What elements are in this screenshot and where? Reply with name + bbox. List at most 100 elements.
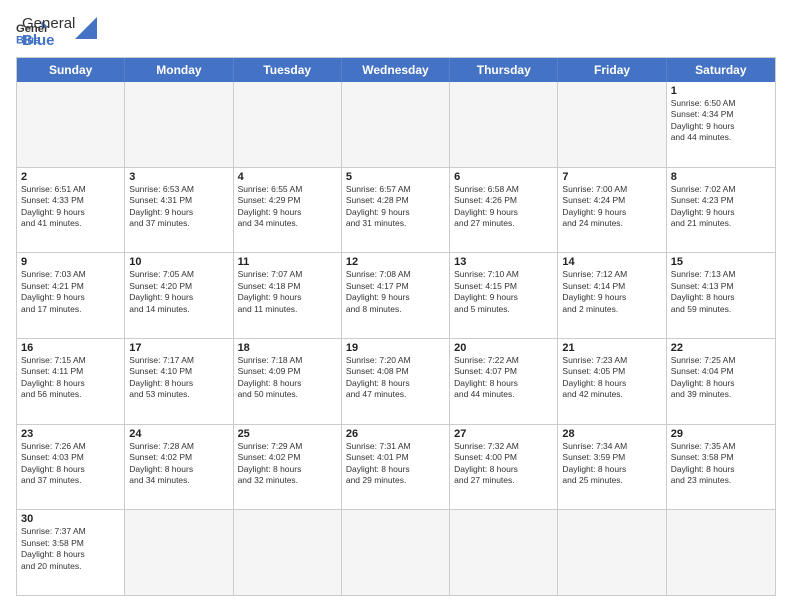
calendar-cell: 1Sunrise: 6:50 AM Sunset: 4:34 PM Daylig…	[667, 82, 775, 167]
logo-triangle-icon	[75, 17, 97, 39]
day-number: 27	[454, 428, 553, 440]
calendar-cell: 25Sunrise: 7:29 AM Sunset: 4:02 PM Dayli…	[234, 425, 342, 510]
calendar-row-2: 9Sunrise: 7:03 AM Sunset: 4:21 PM Daylig…	[17, 253, 775, 339]
day-info: Sunrise: 7:29 AM Sunset: 4:02 PM Dayligh…	[238, 441, 337, 487]
calendar-cell	[234, 82, 342, 167]
day-number: 14	[562, 256, 661, 268]
day-info: Sunrise: 7:25 AM Sunset: 4:04 PM Dayligh…	[671, 355, 771, 401]
day-number: 5	[346, 171, 445, 183]
day-number: 9	[21, 256, 120, 268]
weekday-header-wednesday: Wednesday	[342, 58, 450, 82]
day-number: 22	[671, 342, 771, 354]
calendar-cell: 17Sunrise: 7:17 AM Sunset: 4:10 PM Dayli…	[125, 339, 233, 424]
calendar-cell: 3Sunrise: 6:53 AM Sunset: 4:31 PM Daylig…	[125, 168, 233, 253]
day-info: Sunrise: 7:03 AM Sunset: 4:21 PM Dayligh…	[21, 269, 120, 315]
day-info: Sunrise: 7:35 AM Sunset: 3:58 PM Dayligh…	[671, 441, 771, 487]
day-number: 11	[238, 256, 337, 268]
calendar-cell: 23Sunrise: 7:26 AM Sunset: 4:03 PM Dayli…	[17, 425, 125, 510]
calendar-cell	[342, 82, 450, 167]
calendar-cell: 7Sunrise: 7:00 AM Sunset: 4:24 PM Daylig…	[558, 168, 666, 253]
day-number: 18	[238, 342, 337, 354]
day-number: 8	[671, 171, 771, 183]
calendar-row-1: 2Sunrise: 6:51 AM Sunset: 4:33 PM Daylig…	[17, 168, 775, 254]
day-number: 29	[671, 428, 771, 440]
day-number: 12	[346, 256, 445, 268]
weekday-header-monday: Monday	[125, 58, 233, 82]
calendar-cell	[125, 82, 233, 167]
calendar-cell	[234, 510, 342, 595]
calendar-cell	[558, 510, 666, 595]
day-number: 20	[454, 342, 553, 354]
calendar-cell: 4Sunrise: 6:55 AM Sunset: 4:29 PM Daylig…	[234, 168, 342, 253]
day-number: 19	[346, 342, 445, 354]
day-number: 6	[454, 171, 553, 183]
day-info: Sunrise: 6:57 AM Sunset: 4:28 PM Dayligh…	[346, 184, 445, 230]
calendar-cell	[125, 510, 233, 595]
day-info: Sunrise: 6:58 AM Sunset: 4:26 PM Dayligh…	[454, 184, 553, 230]
day-info: Sunrise: 7:07 AM Sunset: 4:18 PM Dayligh…	[238, 269, 337, 315]
day-number: 25	[238, 428, 337, 440]
day-info: Sunrise: 7:08 AM Sunset: 4:17 PM Dayligh…	[346, 269, 445, 315]
weekday-header-friday: Friday	[558, 58, 666, 82]
calendar-cell: 15Sunrise: 7:13 AM Sunset: 4:13 PM Dayli…	[667, 253, 775, 338]
calendar-cell: 9Sunrise: 7:03 AM Sunset: 4:21 PM Daylig…	[17, 253, 125, 338]
day-number: 3	[129, 171, 228, 183]
calendar-cell: 28Sunrise: 7:34 AM Sunset: 3:59 PM Dayli…	[558, 425, 666, 510]
day-number: 13	[454, 256, 553, 268]
day-number: 26	[346, 428, 445, 440]
calendar-cell: 5Sunrise: 6:57 AM Sunset: 4:28 PM Daylig…	[342, 168, 450, 253]
day-number: 7	[562, 171, 661, 183]
day-number: 2	[21, 171, 120, 183]
day-info: Sunrise: 7:32 AM Sunset: 4:00 PM Dayligh…	[454, 441, 553, 487]
day-number: 17	[129, 342, 228, 354]
day-number: 4	[238, 171, 337, 183]
calendar-row-5: 30Sunrise: 7:37 AM Sunset: 3:58 PM Dayli…	[17, 510, 775, 595]
day-info: Sunrise: 7:18 AM Sunset: 4:09 PM Dayligh…	[238, 355, 337, 401]
calendar-cell: 30Sunrise: 7:37 AM Sunset: 3:58 PM Dayli…	[17, 510, 125, 595]
day-info: Sunrise: 7:31 AM Sunset: 4:01 PM Dayligh…	[346, 441, 445, 487]
calendar: SundayMondayTuesdayWednesdayThursdayFrid…	[16, 57, 776, 596]
day-info: Sunrise: 6:50 AM Sunset: 4:34 PM Dayligh…	[671, 98, 771, 144]
calendar-body: 1Sunrise: 6:50 AM Sunset: 4:34 PM Daylig…	[17, 82, 775, 595]
calendar-cell	[450, 82, 558, 167]
calendar-cell: 19Sunrise: 7:20 AM Sunset: 4:08 PM Dayli…	[342, 339, 450, 424]
day-info: Sunrise: 6:55 AM Sunset: 4:29 PM Dayligh…	[238, 184, 337, 230]
day-info: Sunrise: 7:20 AM Sunset: 4:08 PM Dayligh…	[346, 355, 445, 401]
day-info: Sunrise: 6:53 AM Sunset: 4:31 PM Dayligh…	[129, 184, 228, 230]
day-info: Sunrise: 7:34 AM Sunset: 3:59 PM Dayligh…	[562, 441, 661, 487]
day-info: Sunrise: 7:05 AM Sunset: 4:20 PM Dayligh…	[129, 269, 228, 315]
day-info: Sunrise: 7:22 AM Sunset: 4:07 PM Dayligh…	[454, 355, 553, 401]
calendar-row-0: 1Sunrise: 6:50 AM Sunset: 4:34 PM Daylig…	[17, 82, 775, 168]
day-info: Sunrise: 7:23 AM Sunset: 4:05 PM Dayligh…	[562, 355, 661, 401]
calendar-cell: 24Sunrise: 7:28 AM Sunset: 4:02 PM Dayli…	[125, 425, 233, 510]
day-number: 24	[129, 428, 228, 440]
weekday-header-thursday: Thursday	[450, 58, 558, 82]
day-info: Sunrise: 7:00 AM Sunset: 4:24 PM Dayligh…	[562, 184, 661, 230]
calendar-row-4: 23Sunrise: 7:26 AM Sunset: 4:03 PM Dayli…	[17, 425, 775, 511]
calendar-cell: 6Sunrise: 6:58 AM Sunset: 4:26 PM Daylig…	[450, 168, 558, 253]
day-info: Sunrise: 7:26 AM Sunset: 4:03 PM Dayligh…	[21, 441, 120, 487]
calendar-cell	[342, 510, 450, 595]
day-number: 28	[562, 428, 661, 440]
day-info: Sunrise: 7:12 AM Sunset: 4:14 PM Dayligh…	[562, 269, 661, 315]
day-info: Sunrise: 7:10 AM Sunset: 4:15 PM Dayligh…	[454, 269, 553, 315]
calendar-cell	[17, 82, 125, 167]
weekday-header-sunday: Sunday	[17, 58, 125, 82]
calendar-header: SundayMondayTuesdayWednesdayThursdayFrid…	[17, 58, 775, 82]
calendar-cell: 2Sunrise: 6:51 AM Sunset: 4:33 PM Daylig…	[17, 168, 125, 253]
calendar-cell	[558, 82, 666, 167]
day-info: Sunrise: 7:02 AM Sunset: 4:23 PM Dayligh…	[671, 184, 771, 230]
day-info: Sunrise: 6:51 AM Sunset: 4:33 PM Dayligh…	[21, 184, 120, 230]
calendar-cell	[450, 510, 558, 595]
calendar-cell: 10Sunrise: 7:05 AM Sunset: 4:20 PM Dayli…	[125, 253, 233, 338]
day-info: Sunrise: 7:15 AM Sunset: 4:11 PM Dayligh…	[21, 355, 120, 401]
logo-blue: Blue	[22, 33, 75, 50]
calendar-cell: 18Sunrise: 7:18 AM Sunset: 4:09 PM Dayli…	[234, 339, 342, 424]
calendar-cell: 14Sunrise: 7:12 AM Sunset: 4:14 PM Dayli…	[558, 253, 666, 338]
calendar-cell: 11Sunrise: 7:07 AM Sunset: 4:18 PM Dayli…	[234, 253, 342, 338]
calendar-cell	[667, 510, 775, 595]
day-info: Sunrise: 7:13 AM Sunset: 4:13 PM Dayligh…	[671, 269, 771, 315]
page-header: General Blue General Blue	[16, 16, 776, 49]
calendar-cell: 21Sunrise: 7:23 AM Sunset: 4:05 PM Dayli…	[558, 339, 666, 424]
calendar-cell: 26Sunrise: 7:31 AM Sunset: 4:01 PM Dayli…	[342, 425, 450, 510]
